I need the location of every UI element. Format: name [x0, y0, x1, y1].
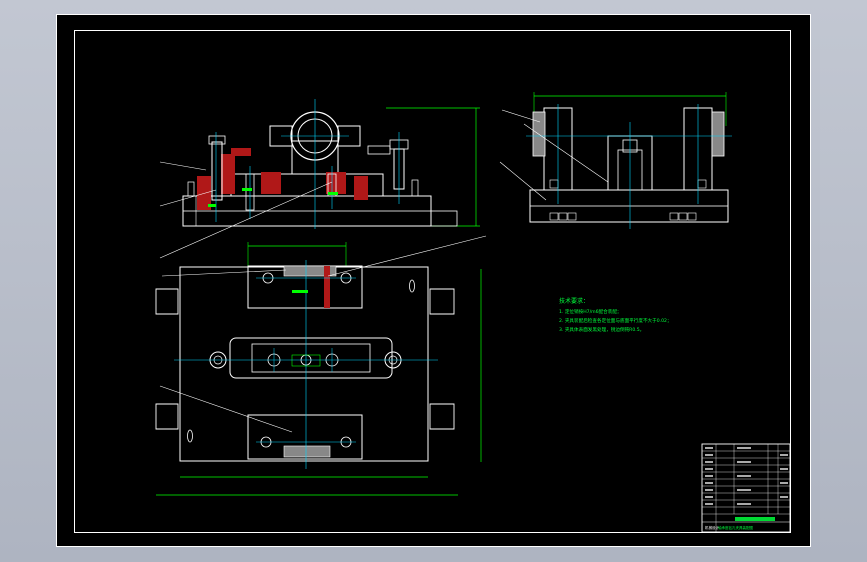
tech-requirements-title: 技术要求： — [559, 297, 589, 305]
drawing-sheet[interactable]: 技术要求： 1. 定位销按H7/m6配合装配； 2. 夹具装配后检查各定位面与底… — [56, 14, 811, 547]
tech-requirements: 技术要求： 1. 定位销按H7/m6配合装配； 2. 夹具装配后检查各定位面与底… — [559, 297, 672, 333]
tech-requirement-1: 1. 定位销按H7/m6配合装配； — [559, 308, 622, 315]
title-block-company: 机械设计 — [705, 525, 719, 530]
tech-requirement-2: 2. 夹具装配后检查各定位面与底面平行度不大于0.02； — [559, 317, 672, 324]
sheet-border — [56, 14, 811, 547]
title-block-drawing-name: 轴承座钻孔夹具装配图 — [718, 525, 753, 530]
drawing-canvas: 技术要求： 1. 定位销按H7/m6配合装配； 2. 夹具装配后检查各定位面与底… — [56, 14, 811, 547]
drawing-frame — [74, 30, 791, 533]
side-view — [499, 92, 732, 229]
top-view — [155, 235, 487, 496]
cad-viewport[interactable]: 技术要求： 1. 定位销按H7/m6配合装配； 2. 夹具装配后检查各定位面与底… — [0, 0, 867, 562]
tech-requirement-3: 3. 夹具体表面发黑处理，锐边倒钝R0.5。 — [559, 326, 644, 333]
title-block: 轴承座钻孔夹具装配图 机械设计 — [701, 443, 791, 533]
front-view — [159, 99, 480, 259]
